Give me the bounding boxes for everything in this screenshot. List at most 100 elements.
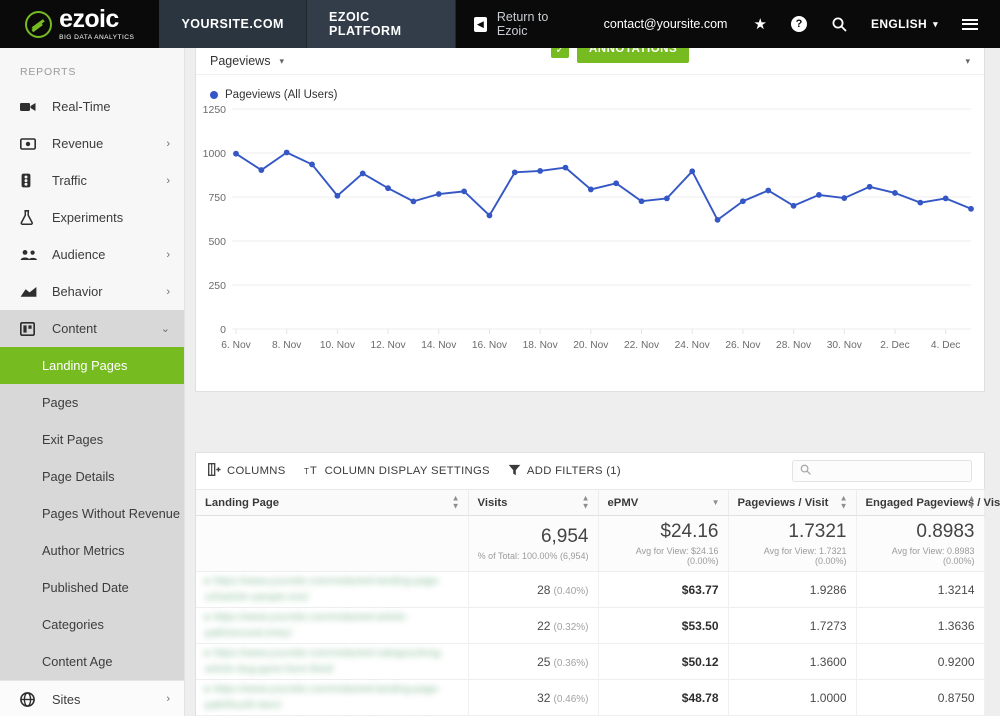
chevron-down-icon: ▾ [279, 55, 284, 66]
cell-epmv: $53.50 [598, 607, 729, 644]
sidebar-item-author-metrics[interactable]: Author Metrics [0, 532, 184, 569]
cell-visits: 32 (0.46%) [468, 679, 599, 716]
sidebar-item-real-time[interactable]: Real-Time [0, 88, 184, 125]
cell-visits: 22 (0.32%) [468, 607, 599, 644]
summary-cell: 6,954 % of Total: 100.00% (6,954) [468, 515, 599, 572]
sidebar-item-experiments[interactable]: Experiments [0, 199, 184, 236]
chart-plot-area[interactable]: 0 250 500 750 1000 1250 6. Nov 8. Nov 10. Nov 12.… [196, 101, 986, 381]
account-email[interactable]: contact@yoursite.com [590, 0, 742, 48]
column-display-settings-button[interactable]: TT COLUMN DISPLAY SETTINGS [304, 464, 490, 479]
sidebar-item-content-age[interactable]: Content Age [0, 643, 184, 680]
sidebar-item-categories[interactable]: Categories [0, 606, 184, 643]
svg-text:18. Nov: 18. Nov [523, 340, 559, 351]
add-filters-button[interactable]: ADD FILTERS (1) [508, 464, 621, 479]
star-icon[interactable]: ★ [741, 0, 778, 48]
filter-funnel-icon [508, 464, 521, 479]
cell-pageviews-per-visit: 1.0000 [728, 679, 857, 716]
summary-cell: $24.16 Avg for View: $24.16 (0.00%) [598, 515, 729, 572]
svg-text:250: 250 [208, 280, 226, 292]
sidebar-item-exit-pages[interactable]: Exit Pages [0, 421, 184, 458]
svg-text:14. Nov: 14. Nov [421, 340, 457, 351]
summary-value: 6,954 [540, 526, 589, 547]
annotations-button[interactable]: ANNOTATIONS [577, 48, 690, 63]
column-header-pageviews-per-visit[interactable]: Pageviews / Visit ▲ ▼ [728, 489, 857, 516]
topbar-right-group: contact@yoursite.com ★ ? ENGLISH ▾ [590, 0, 1000, 48]
cell-visits: 25 (0.36%) [468, 643, 599, 680]
sidebar-item-revenue[interactable]: Revenue › [0, 125, 184, 162]
summary-subtext: Avg for View: 1.7321 (0.00%) [763, 546, 847, 566]
sidebar-item-audience[interactable]: Audience › [0, 236, 184, 273]
sidebar-section-reports: REPORTS [20, 66, 77, 78]
back-arrow-icon: ◀ [473, 16, 487, 32]
table-search-box[interactable] [792, 460, 972, 482]
metric-selector[interactable]: Pageviews ▾ [210, 54, 284, 68]
sidebar-item-published-date[interactable]: Published Date [0, 569, 184, 606]
tab-ezoic-platform[interactable]: EZOIC PLATFORM [306, 0, 456, 48]
sidebar-item-landing-pages[interactable]: Landing Pages [0, 347, 184, 384]
return-to-ezoic-link[interactable]: ◀ Return to Ezoic [456, 0, 590, 48]
chart-toolbar: Pageviews ▾ ✓ ANNOTATIONS ▾ [196, 48, 984, 75]
table-row[interactable]: ▸ https://www.yoursite.com/redacted-cate… [196, 643, 985, 680]
annotations-checkbox[interactable]: ✓ [551, 48, 569, 58]
sidebar-item-pages-without-revenue[interactable]: Pages Without Revenue [0, 495, 184, 532]
chevron-down-icon: ▾ [933, 18, 938, 29]
cell-landing-page[interactable]: ▸ https://www.yoursite.com/redacted-arti… [196, 607, 469, 644]
table-row[interactable]: ▸ https://www.yoursite.com/redacted-land… [196, 571, 985, 608]
landing-page-url: ▸ https://www.yoursite.com/redacted-arti… [205, 611, 409, 639]
landing-page-url: ▸ https://www.yoursite.com/redacted-cate… [205, 647, 444, 675]
column-header-label: Visits [477, 496, 508, 509]
legend-color-dot [210, 91, 218, 99]
summary-cell [196, 515, 469, 572]
cell-epmv: $48.78 [598, 679, 729, 716]
column-header-epmv[interactable]: ePMV ▼ [598, 489, 729, 516]
svg-text:24. Nov: 24. Nov [675, 340, 711, 351]
chevron-right-icon: › [166, 248, 170, 261]
svg-text:22. Nov: 22. Nov [624, 340, 660, 351]
search-icon [800, 462, 811, 480]
cell-engaged-pageviews-per-visit: 1.3636 [856, 607, 985, 644]
panel-collapse-chevron-icon[interactable]: ▾ [965, 56, 970, 67]
sidebar-item-traffic[interactable]: Traffic › [0, 162, 184, 199]
sidebar-item-sites[interactable]: Sites › [0, 680, 184, 716]
pageviews-line-chart: 0 250 500 750 1000 1250 6. Nov 8. Nov 10. Nov 12.… [203, 104, 974, 351]
language-selector[interactable]: ENGLISH ▾ [859, 0, 950, 48]
search-input[interactable] [817, 465, 964, 477]
column-header-engaged-pageviews-per-visit[interactable]: Engaged Pageviews / Visit ▲ ▼ [856, 489, 1000, 516]
column-header-visits[interactable]: Visits ▲ ▼ [468, 489, 599, 516]
sort-icon: ▲ ▼ [451, 493, 460, 511]
sidebar-item-behavior[interactable]: Behavior › [0, 273, 184, 310]
landing-pages-table: Landing Page ▲ ▼ Visits ▲ ▼ ePMV ▼ Pagevie… [196, 489, 1000, 716]
cell-landing-page[interactable]: ▸ https://www.yoursite.com/redacted-land… [196, 679, 469, 716]
sidebar-item-content[interactable]: Content ⌄ [0, 310, 184, 347]
sort-icon: ▲ ▼ [581, 493, 590, 511]
svg-text:30. Nov: 30. Nov [827, 340, 863, 351]
cell-landing-page[interactable]: ▸ https://www.yoursite.com/redacted-cate… [196, 643, 469, 680]
cell-landing-page[interactable]: ▸ https://www.yoursite.com/redacted-land… [196, 571, 469, 608]
svg-text:8. Nov: 8. Nov [272, 340, 302, 351]
column-header-label: Pageviews / Visit [737, 496, 829, 509]
table-row[interactable]: ▸ https://www.yoursite.com/redacted-land… [196, 679, 985, 716]
sidebar-item-pages[interactable]: Pages [0, 384, 184, 421]
search-icon[interactable] [819, 0, 859, 48]
main-content: Pageviews ▾ ✓ ANNOTATIONS ▾ Pageviews (A… [185, 48, 1000, 716]
column-header-landing-page[interactable]: Landing Page ▲ ▼ [196, 489, 469, 516]
sidebar: REPORTS Real-Time Revenue › Traffic › Ex… [0, 48, 185, 716]
sidebar-item-page-details[interactable]: Page Details [0, 458, 184, 495]
table-row[interactable]: ▸ https://www.yoursite.com/redacted-arti… [196, 607, 985, 644]
cell-pageviews-per-visit: 1.3600 [728, 643, 857, 680]
sort-desc-icon: ▼ [711, 497, 720, 507]
traffic-light-icon [20, 173, 40, 188]
summary-value: $24.16 [660, 521, 719, 542]
ezoic-logo[interactable]: ezoic BIG DATA ANALYTICS [0, 0, 160, 48]
table-summary-row: 6,954 % of Total: 100.00% (6,954) $24.16 Av… [196, 515, 985, 572]
tab-yoursite[interactable]: YOURSITE.COM [159, 0, 307, 48]
hamburger-menu-icon[interactable] [950, 0, 990, 48]
columns-button[interactable]: COLUMNS [208, 463, 286, 479]
people-icon [20, 249, 40, 261]
sidebar-item-label: Audience [52, 247, 106, 262]
summary-cell: 0.8983 Avg for View: 0.8983 (0.00%) [856, 515, 985, 572]
help-icon[interactable]: ? [779, 0, 819, 48]
language-label: ENGLISH [870, 17, 928, 31]
column-header-label: ePMV [607, 496, 639, 509]
chevron-right-icon: › [166, 285, 170, 298]
